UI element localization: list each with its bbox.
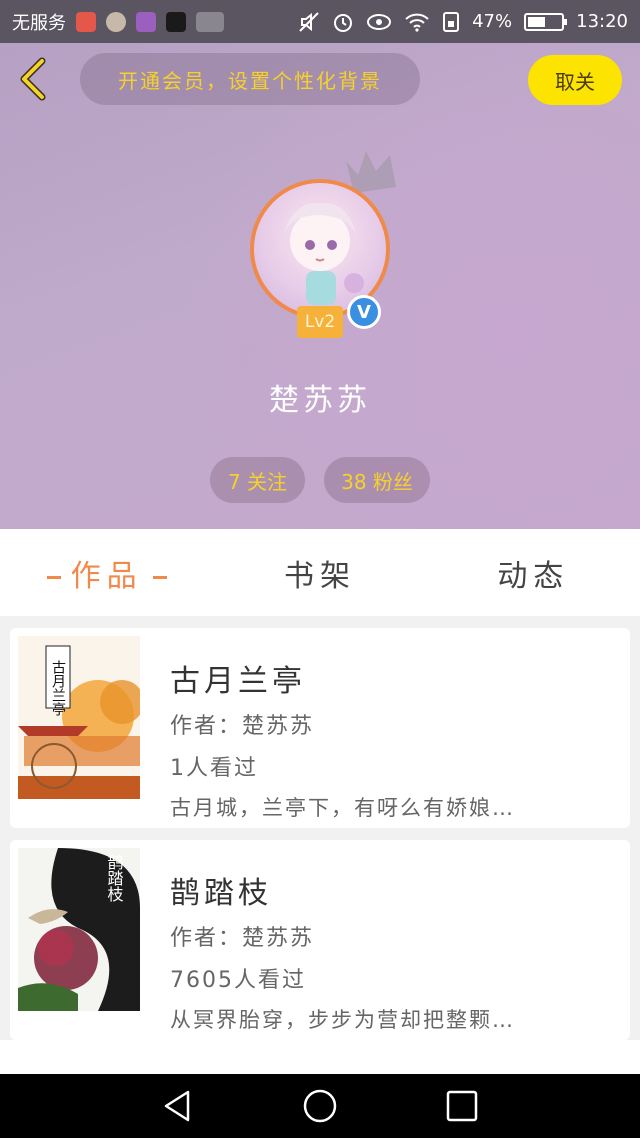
level-badge: Lv2 (297, 306, 343, 338)
book-card[interactable]: 古月兰亭 古月兰亭 作者：楚苏苏 1人看过 古月城，兰亭下，有呀么有娇娘… (10, 628, 630, 828)
book-cover: 鹊踏枝 (18, 848, 140, 1011)
tab-activity[interactable]: 动态 (427, 551, 640, 595)
book-cover-title: 古月兰亭 (50, 660, 66, 716)
eye-icon (367, 13, 392, 30)
book-views: 7605人看过 (170, 968, 306, 993)
list-footer (0, 1040, 640, 1074)
fans-count[interactable]: 38 粉丝 (324, 457, 430, 503)
tab-activity-label: 动态 (497, 558, 570, 594)
book-description: 从冥界胎穿，步步为营却把整颗… (170, 1008, 515, 1032)
following-count[interactable]: 7 关注 (210, 457, 305, 503)
book-title: 古月兰亭 (170, 664, 306, 699)
alarm-icon (334, 13, 353, 32)
verified-badge: V (347, 295, 381, 329)
tiktok-app-icon (166, 11, 186, 32)
battery-percent: 47% (472, 11, 513, 32)
nav-back-icon[interactable] (160, 1088, 196, 1124)
profile-tabs: 作品 书架 动态 (0, 529, 640, 616)
wifi-icon (405, 13, 429, 32)
tab-indicator-right (152, 575, 167, 579)
book-cover-title: 鹊踏枝 (105, 854, 124, 902)
tab-works[interactable]: 作品 (0, 551, 213, 595)
tab-bookshelf-label: 书架 (283, 558, 356, 594)
profile-header: 开通会员，设置个性化背景 取关 Lv2 V 楚苏苏 7 关注 38 粉丝 (0, 43, 640, 529)
book-card[interactable]: 鹊踏枝 鹊踏枝 作者：楚苏苏 7605人看过 从冥界胎穿，步步为营却把整颗… (10, 840, 630, 1040)
book-cover: 古月兰亭 (18, 636, 140, 799)
book-cover-art: 古月兰亭 (18, 636, 140, 799)
member-prompt-label: 开通会员，设置个性化背景 (118, 68, 382, 93)
nav-home-icon[interactable] (302, 1088, 338, 1124)
book-title: 鹊踏枝 (170, 876, 272, 911)
nav-recents-icon[interactable] (444, 1088, 480, 1124)
avatar-app-icon (106, 11, 126, 32)
tab-bookshelf[interactable]: 书架 (213, 551, 426, 595)
book-views: 1人看过 (170, 756, 258, 781)
back-arrow-icon[interactable] (14, 57, 54, 101)
carrier-label: 无服务 (12, 12, 66, 34)
fans-label: 38 粉丝 (341, 469, 413, 494)
wifi-app-icon (196, 11, 224, 32)
battery-icon (524, 12, 568, 31)
unfollow-button[interactable]: 取关 (528, 55, 622, 105)
clock: 13:20 (576, 11, 628, 32)
tab-indicator-left (46, 575, 61, 579)
book-description: 古月城，兰亭下，有呀么有娇娘… (170, 796, 515, 820)
system-nav-bar (0, 1074, 640, 1138)
mail-app-icon (76, 11, 96, 32)
sim-icon (443, 11, 460, 32)
book-author: 作者：楚苏苏 (170, 714, 315, 739)
member-background-prompt[interactable]: 开通会员，设置个性化背景 (80, 53, 420, 105)
mute-icon (299, 11, 319, 32)
book-cover-art: 鹊踏枝 (18, 848, 140, 1011)
username: 楚苏苏 (269, 383, 371, 418)
gallery-app-icon (136, 11, 156, 32)
book-author: 作者：楚苏苏 (170, 926, 315, 951)
tab-works-label: 作品 (70, 558, 143, 594)
following-label: 7 关注 (227, 469, 288, 494)
status-bar: 无服务 47% 13:20 (0, 0, 640, 43)
